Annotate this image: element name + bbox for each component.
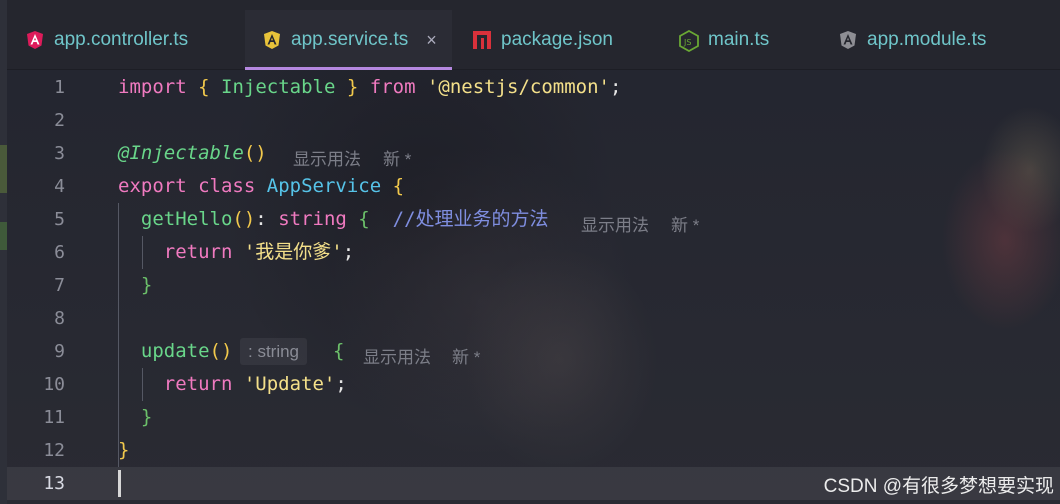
- code-line-12: }: [118, 439, 130, 461]
- code-line-5: getHello(): string { //处理业务的方法: [140, 208, 549, 230]
- close-icon[interactable]: ×: [426, 30, 437, 51]
- line-number: 12: [43, 440, 65, 461]
- angular-icon: [838, 30, 858, 50]
- code-line-10: return 'Update';: [163, 373, 347, 395]
- active-tab-indicator: [245, 67, 452, 70]
- watermark: CSDN @有很多梦想要实现: [823, 476, 1054, 497]
- line-number: 6: [54, 242, 65, 263]
- line-number: 8: [54, 308, 65, 329]
- line-number: 2: [54, 110, 65, 131]
- line-number-current: 13: [43, 473, 65, 494]
- tab-label: app.service.ts: [291, 29, 409, 50]
- codelens-new[interactable]: 新 *: [383, 145, 411, 170]
- line-number: 10: [43, 374, 65, 395]
- text-cursor: [118, 470, 121, 497]
- line-number: 11: [43, 407, 65, 428]
- tab-label: package.json: [501, 29, 613, 50]
- line-number: 5: [54, 209, 65, 230]
- tab-main-ts[interactable]: JS main.ts: [679, 10, 769, 70]
- code-line-9: update(): [140, 340, 233, 362]
- codelens-usages[interactable]: 显示用法: [293, 145, 361, 170]
- tab-label: app.controller.ts: [54, 29, 189, 50]
- code-line-7: }: [140, 274, 153, 296]
- code-line-3: @Injectable(): [118, 142, 267, 164]
- tab-label: app.module.ts: [867, 29, 987, 50]
- nodejs-icon: JS: [679, 29, 699, 53]
- svg-text:JS: JS: [683, 38, 691, 47]
- code-line-1: import { Injectable } from '@nestjs/comm…: [118, 76, 622, 98]
- tab-label: main.ts: [708, 29, 770, 50]
- line-number: 1: [54, 77, 65, 98]
- tab-package-json[interactable]: package.json: [472, 10, 613, 70]
- line-number: 7: [54, 275, 65, 296]
- codelens-usages[interactable]: 显示用法: [363, 343, 431, 368]
- line-number: 4: [54, 176, 65, 197]
- tab-app-module[interactable]: app.module.ts: [838, 10, 986, 70]
- angular-icon: [262, 30, 282, 50]
- code-line-6: return '我是你爹';: [163, 241, 355, 263]
- inlay-type-hint: : string: [240, 338, 308, 365]
- npm-icon: [472, 30, 492, 50]
- left-tool-strip: [0, 0, 7, 504]
- codelens-usages[interactable]: 显示用法: [581, 211, 649, 236]
- line-number: 9: [54, 341, 65, 362]
- angular-icon: [25, 30, 45, 50]
- code-line-9-brace: {: [333, 340, 345, 362]
- line-number: 3: [54, 143, 65, 164]
- code-line-4: export class AppService {: [118, 175, 405, 197]
- codelens-new[interactable]: 新 *: [671, 211, 699, 236]
- tab-app-controller[interactable]: app.controller.ts: [25, 10, 188, 70]
- tab-app-service[interactable]: app.service.ts ×: [245, 10, 452, 70]
- codelens-new[interactable]: 新 *: [452, 343, 480, 368]
- code-line-11: }: [140, 406, 153, 428]
- editor-tab-bar: app.controller.ts app.service.ts × packa…: [7, 0, 1060, 70]
- code-editor[interactable]: 1 2 3 4 5 6 7 8 9 10 11 12 13 import { I…: [7, 71, 1060, 504]
